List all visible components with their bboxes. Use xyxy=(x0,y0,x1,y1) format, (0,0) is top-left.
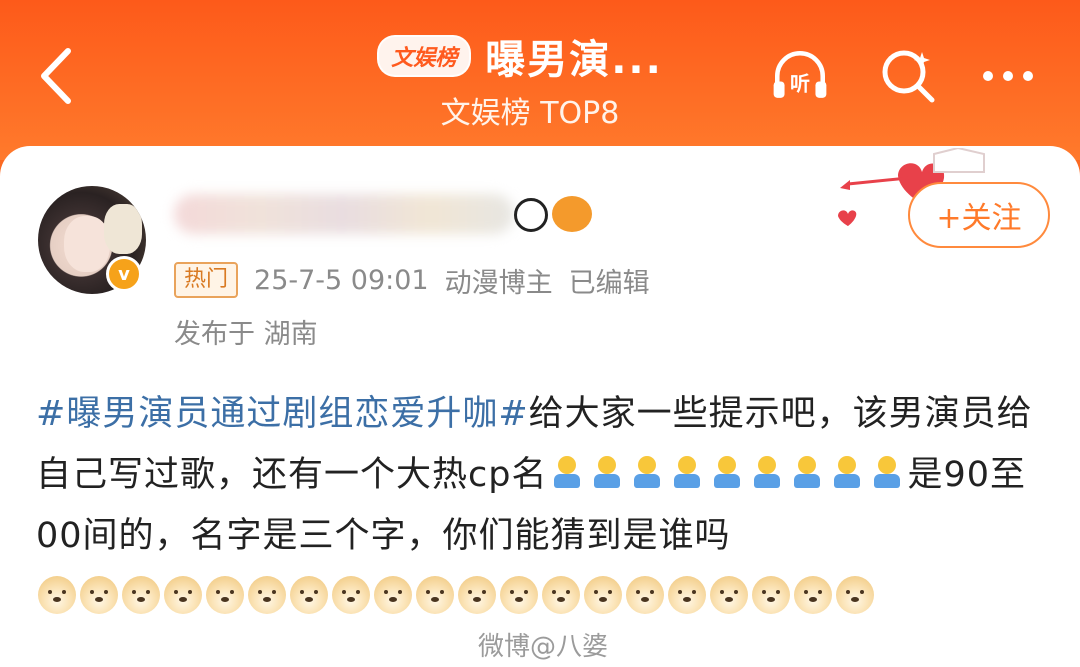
doge-emoji-icon xyxy=(80,576,118,614)
doge-emoji-icon xyxy=(668,576,706,614)
shrug-emoji-icon xyxy=(630,456,664,490)
avatar-plush xyxy=(104,204,142,254)
watermark-text: 微博@八婆 xyxy=(478,632,609,662)
doge-emoji-icon xyxy=(290,576,328,614)
shrug-emoji-icon xyxy=(830,456,864,490)
shrug-emoji-icon xyxy=(670,456,704,490)
shrug-emoji-icon xyxy=(590,456,624,490)
post-card: v +关注 热门 25-7-5 09:01 动漫博主 已编辑 发布于 湖南 #曝… xyxy=(0,146,1080,667)
author-tag: 动漫博主 xyxy=(444,267,553,299)
emoji-group-2 xyxy=(827,455,907,495)
doge-emoji-icon xyxy=(626,576,664,614)
doge-emoji-icon xyxy=(710,576,748,614)
hashtag-link[interactable]: #曝男演员通过剧组恋爱升咖# xyxy=(36,394,529,434)
shrug-emoji-icon xyxy=(870,456,904,490)
top-header: 文娱榜 曝男演... 文娱榜 TOP8 听 xyxy=(0,0,1080,160)
doge-emoji-icon xyxy=(206,576,244,614)
panda-icon xyxy=(514,198,548,232)
search-icon xyxy=(882,50,935,103)
headphones-icon: 听 xyxy=(773,51,827,98)
more-button[interactable] xyxy=(978,46,1038,106)
doge-emoji-icon xyxy=(794,576,832,614)
listen-glyph: 听 xyxy=(790,72,810,96)
shrug-emoji-icon xyxy=(550,456,584,490)
emoji-doge-group xyxy=(36,576,876,617)
doge-emoji-icon xyxy=(122,576,160,614)
doge-emoji-icon xyxy=(332,576,370,614)
post-content: #曝男演员通过剧组恋爱升咖#给大家一些提示吧，该男演员给自己写过歌，还有一个大热… xyxy=(36,384,1056,628)
listen-button[interactable]: 听 xyxy=(770,46,830,106)
doge-emoji-icon xyxy=(416,576,454,614)
follow-button[interactable]: +关注 xyxy=(908,182,1050,248)
doge-emoji-icon xyxy=(458,576,496,614)
doge-emoji-icon xyxy=(500,576,538,614)
doge-emoji-icon xyxy=(248,576,286,614)
edited-label[interactable]: 已编辑 xyxy=(569,261,650,300)
emoji-group-1 xyxy=(547,455,827,495)
doge-emoji-icon xyxy=(752,576,790,614)
watermark: 微博@八婆 xyxy=(478,626,608,663)
post-location: 发布于 湖南 xyxy=(174,319,318,350)
doge-emoji-icon xyxy=(164,576,202,614)
post-meta: 热门 25-7-5 09:01 动漫博主 已编辑 xyxy=(174,260,650,300)
ranking-tag[interactable]: 文娱榜 xyxy=(377,35,472,77)
username-blurred[interactable] xyxy=(174,194,514,234)
post-timestamp: 25-7-5 09:01 xyxy=(254,264,429,296)
search-button[interactable] xyxy=(878,46,938,106)
shrug-emoji-icon xyxy=(710,456,744,490)
doge-emoji-icon xyxy=(836,576,874,614)
doge-emoji-icon xyxy=(584,576,622,614)
hot-badge: 热门 xyxy=(174,262,239,298)
fish-icon xyxy=(552,196,592,232)
verified-badge: v xyxy=(106,256,142,292)
shrug-emoji-icon xyxy=(790,456,824,490)
more-icon xyxy=(983,71,1033,81)
doge-emoji-icon xyxy=(38,576,76,614)
doge-emoji-icon xyxy=(374,576,412,614)
doge-emoji-icon xyxy=(542,576,580,614)
shrug-emoji-icon xyxy=(750,456,784,490)
page-title: 曝男演... xyxy=(485,37,663,83)
